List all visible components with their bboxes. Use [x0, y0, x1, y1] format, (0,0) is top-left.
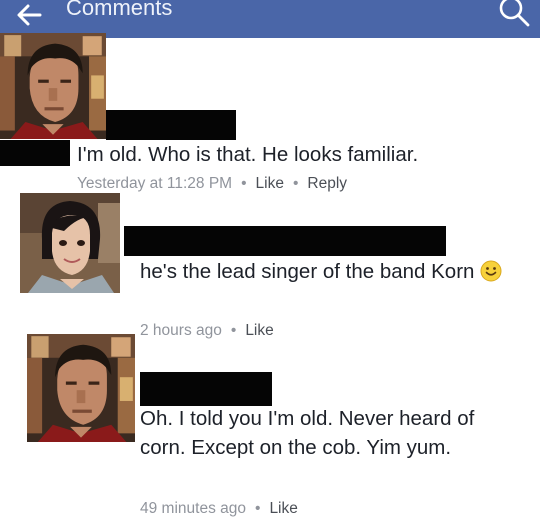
timestamp: Yesterday at 11:28 PM: [77, 175, 233, 192]
comment-text: he's the lead singer of the band Korn: [140, 257, 520, 290]
avatar-girl-icon: [20, 192, 120, 294]
comment-meta: 49 minutes ago • Like: [140, 500, 298, 517]
search-button[interactable]: [496, 0, 532, 28]
redacted-block: [0, 140, 70, 166]
page-title: Comments: [66, 0, 173, 20]
redacted-author-name: [140, 372, 272, 406]
avatar-man-icon: [26, 334, 136, 442]
comment-text: I'm old. Who is that. He looks familiar.: [77, 143, 419, 166]
search-icon: [499, 0, 530, 27]
like-link[interactable]: Like: [256, 175, 284, 192]
avatar[interactable]: [20, 192, 120, 294]
avatar[interactable]: [0, 32, 106, 140]
like-link[interactable]: Like: [245, 322, 273, 339]
comment-text: Oh. I told you I'm old. Never heard of c…: [140, 407, 475, 459]
comment-meta: 2 hours ago • Like: [140, 322, 274, 339]
avatar[interactable]: [26, 334, 136, 442]
comment-text-content: he's the lead singer of the band Korn: [140, 260, 475, 283]
comment-meta: Yesterday at 11:28 PM • Like • Reply: [77, 175, 348, 192]
smiley-icon: [480, 260, 502, 290]
timestamp: 49 minutes ago: [140, 500, 246, 517]
like-link[interactable]: Like: [269, 500, 297, 517]
reply-link[interactable]: Reply: [307, 175, 347, 192]
timestamp: 2 hours ago: [140, 322, 222, 339]
avatar-man-icon: [0, 32, 106, 140]
back-arrow-icon: [17, 4, 42, 26]
redacted-author-name: [106, 110, 236, 140]
redacted-author-name: [124, 226, 446, 256]
back-button[interactable]: [14, 2, 44, 28]
